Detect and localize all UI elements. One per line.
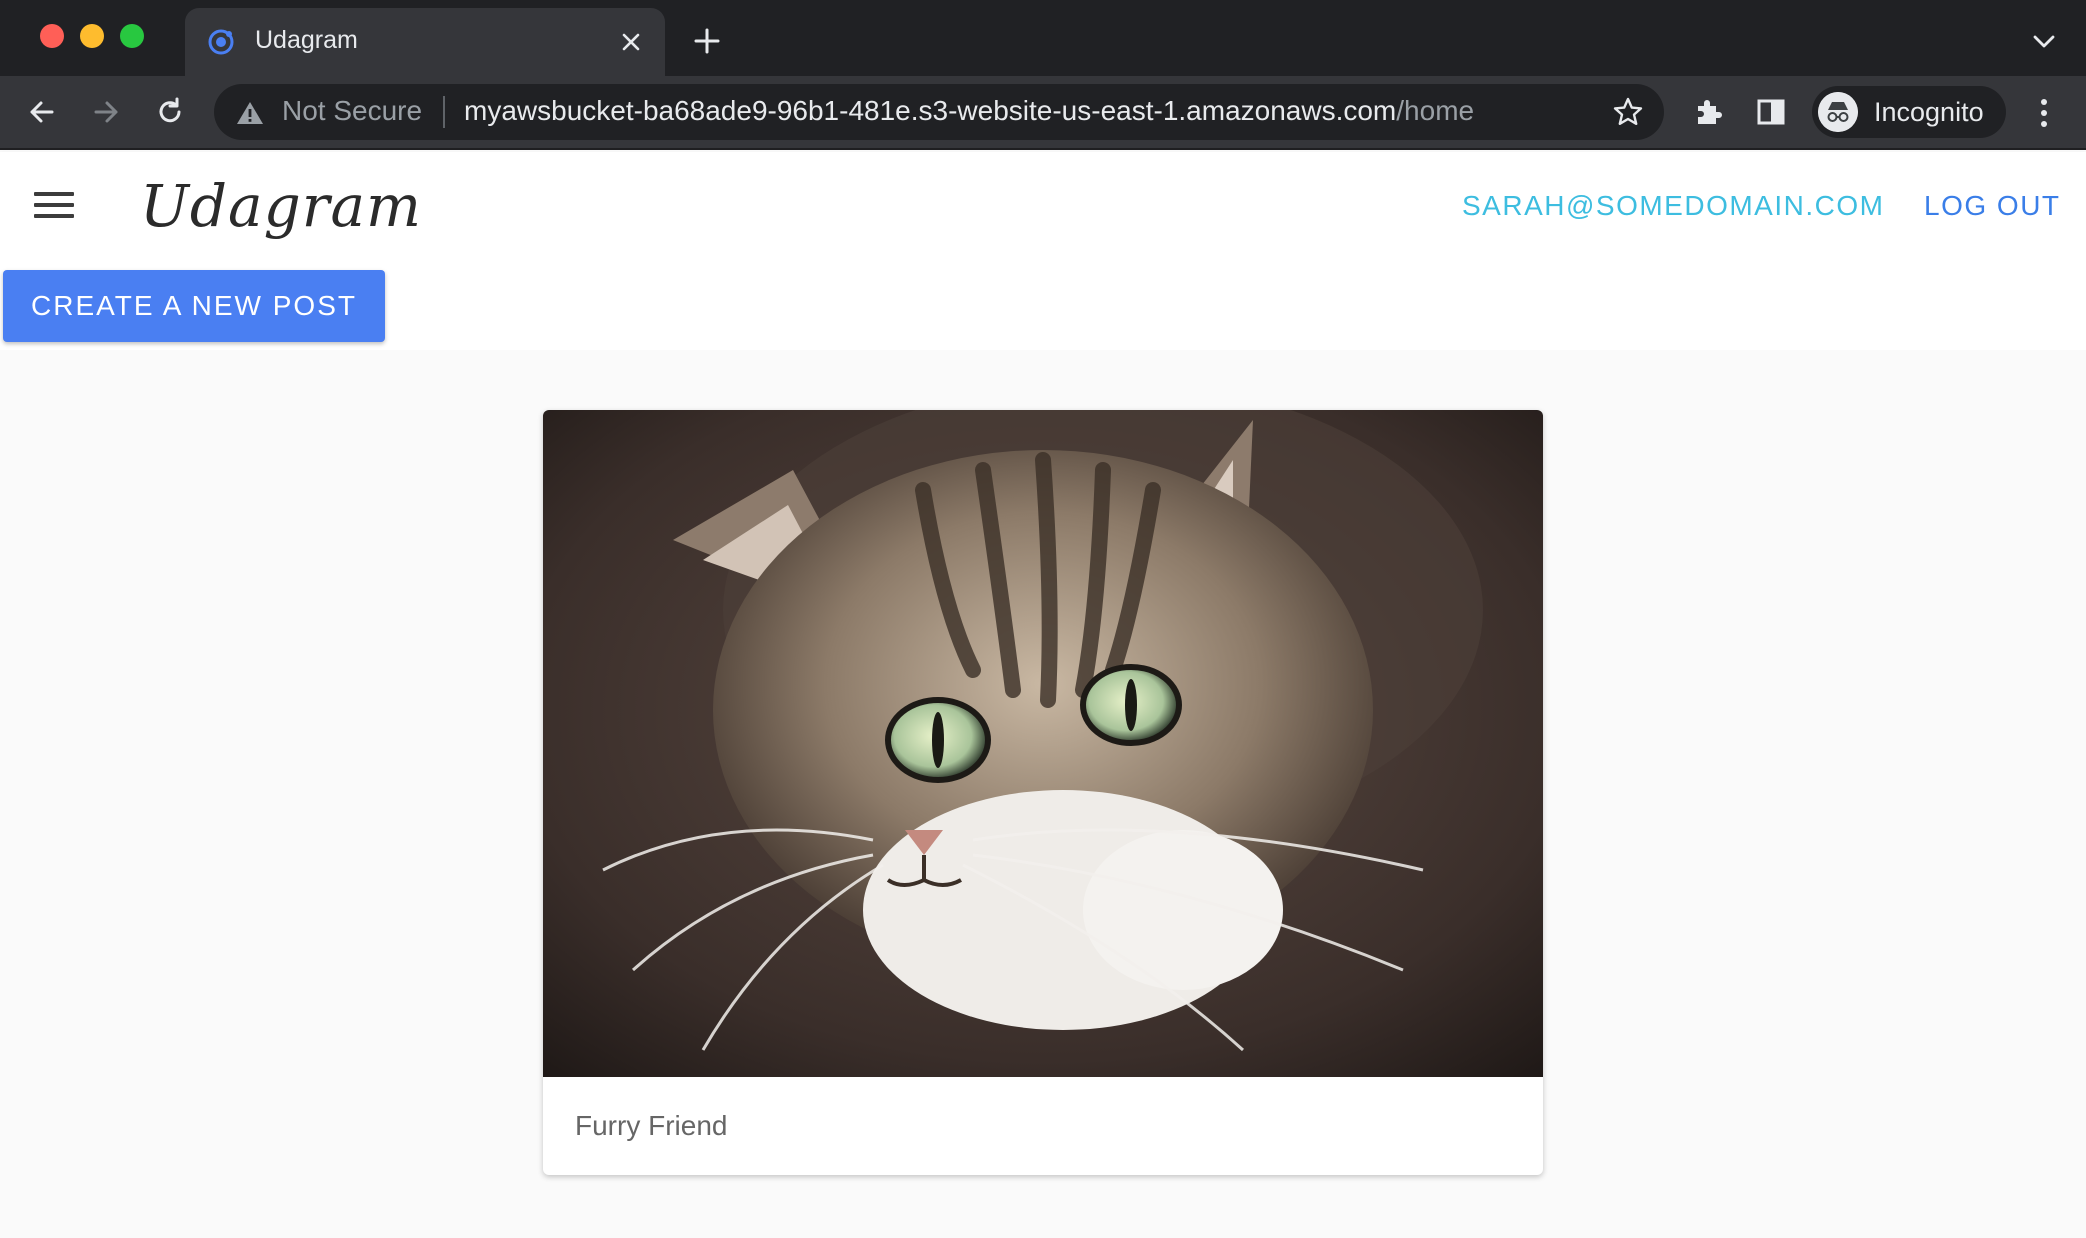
reload-icon[interactable] xyxy=(150,92,190,132)
url-text[interactable]: myawsbucket-ba68ade9-96b1-481e.s3-websit… xyxy=(464,95,1474,127)
logout-button[interactable]: LOG OUT xyxy=(1924,190,2061,222)
address-divider xyxy=(443,96,445,128)
incognito-icon xyxy=(1818,92,1858,132)
bookmark-star-icon[interactable] xyxy=(1612,96,1644,128)
favicon-icon xyxy=(208,29,234,55)
new-tab-icon[interactable] xyxy=(692,26,722,56)
forward-arrow-icon[interactable] xyxy=(86,92,126,132)
tab-title: Udagram xyxy=(255,26,358,54)
user-email-link[interactable]: SARAH@SOMEDOMAIN.COM xyxy=(1462,190,1884,222)
post-card: Furry Friend xyxy=(543,410,1543,1175)
security-status-label[interactable]: Not Secure xyxy=(282,95,422,127)
warning-icon[interactable] xyxy=(236,100,264,126)
extensions-puzzle-icon[interactable] xyxy=(1692,96,1724,128)
brand-logo[interactable]: Udagram xyxy=(140,172,422,240)
profile-label: Incognito xyxy=(1874,97,1984,127)
window-maximize-button[interactable] xyxy=(120,24,144,48)
hamburger-line xyxy=(34,203,74,207)
window-minimize-button[interactable] xyxy=(80,24,104,48)
browser-tab-active[interactable]: Udagram xyxy=(185,8,665,76)
menu-hamburger-icon[interactable] xyxy=(34,192,74,222)
close-icon[interactable] xyxy=(617,28,645,56)
url-host: myawsbucket-ba68ade9-96b1-481e.s3-websit… xyxy=(464,95,1397,126)
post-image[interactable] xyxy=(543,410,1543,1077)
create-post-button[interactable]: CREATE A NEW POST xyxy=(3,270,385,342)
side-panel-icon[interactable] xyxy=(1756,97,1786,127)
post-caption: Furry Friend xyxy=(575,1110,728,1141)
back-arrow-icon[interactable] xyxy=(22,92,62,132)
more-vert-icon[interactable] xyxy=(2032,96,2056,130)
chevron-down-icon[interactable] xyxy=(2030,30,2058,54)
window-close-button[interactable] xyxy=(40,24,64,48)
hamburger-line xyxy=(34,214,74,218)
url-path: /home xyxy=(1396,95,1475,126)
hamburger-line xyxy=(34,192,74,196)
